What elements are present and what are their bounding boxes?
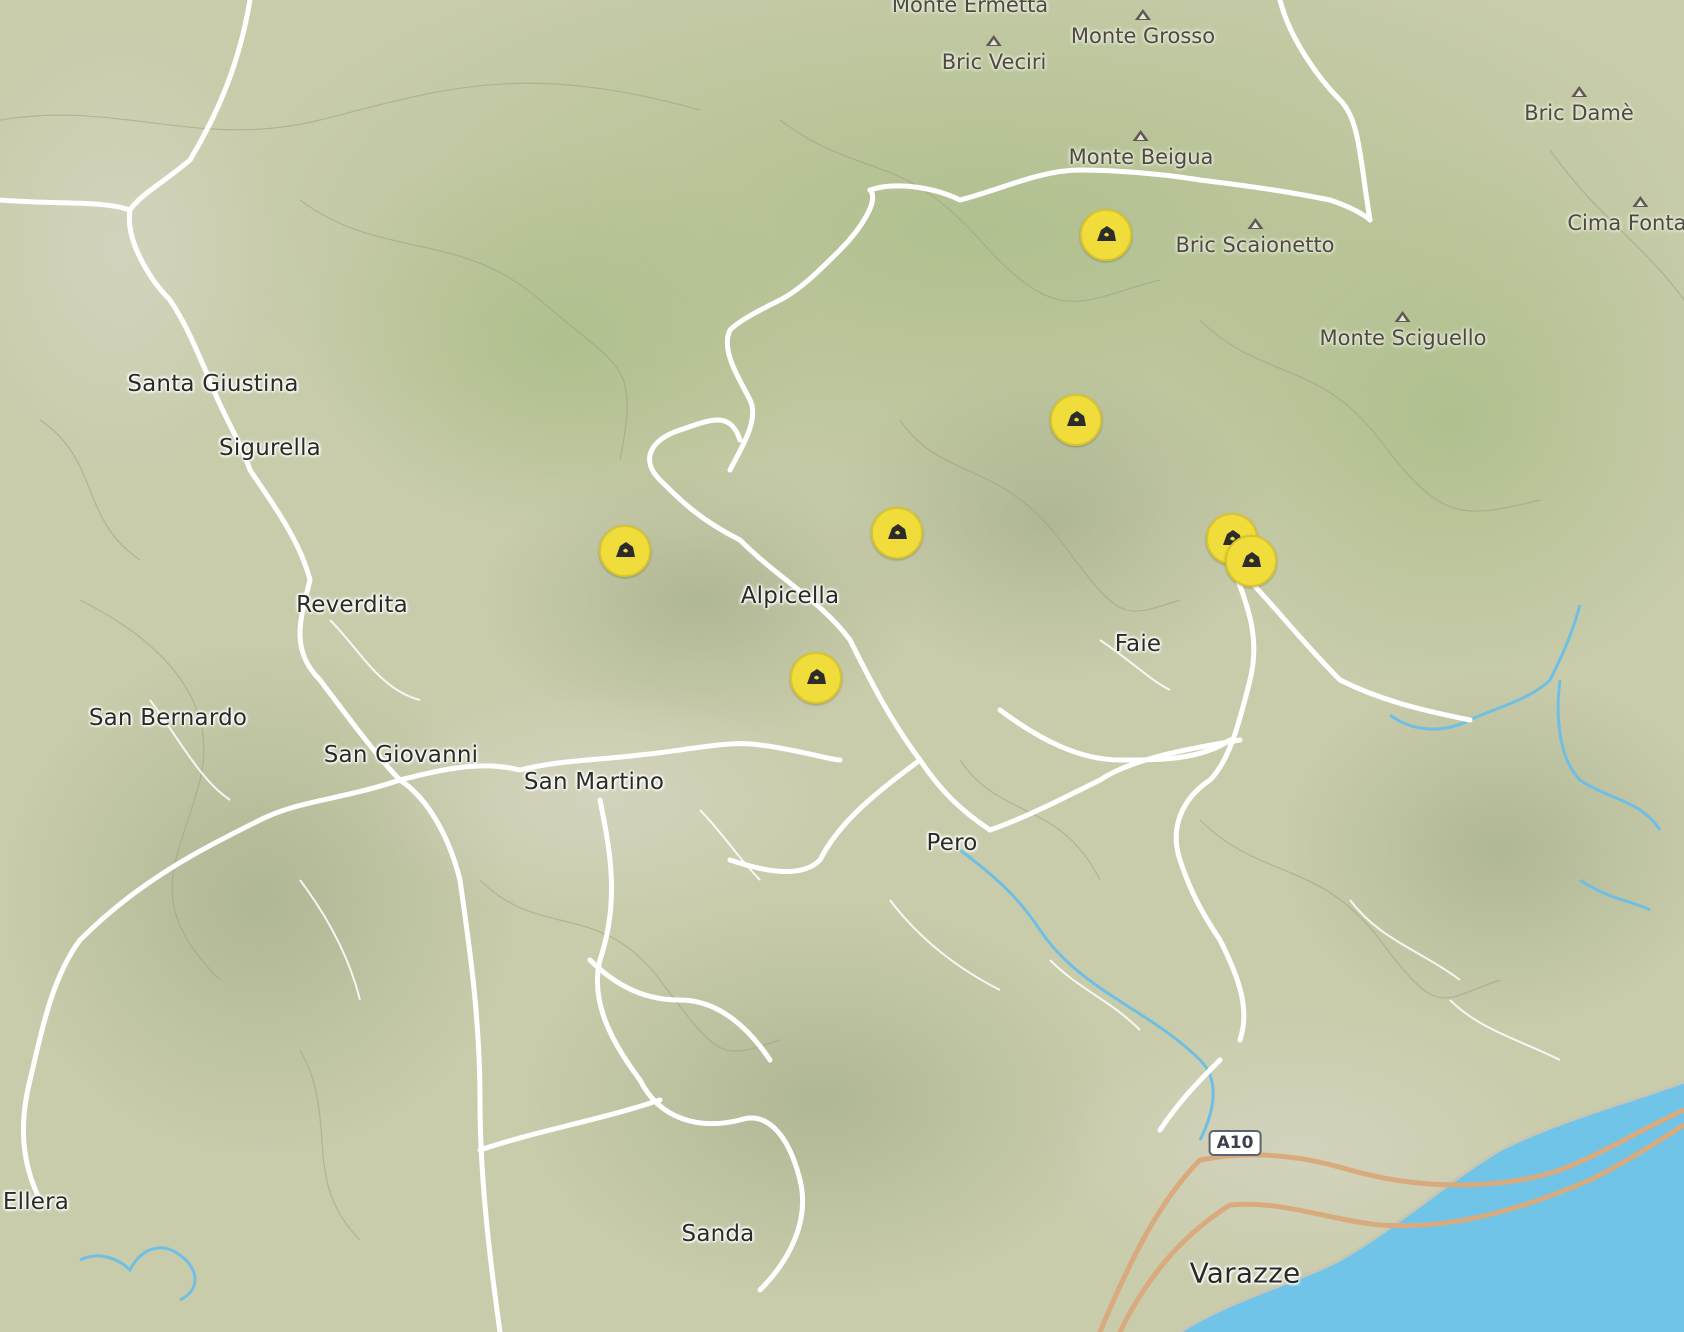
place-label: Faie	[1114, 631, 1162, 657]
poi-marker[interactable]	[1225, 535, 1277, 587]
peak-icon	[1632, 196, 1648, 207]
peak-marker: Monte Beigua	[1068, 130, 1214, 169]
place-label: San Giovanni	[323, 742, 479, 768]
peak-label: Monte Ermetta	[891, 0, 1049, 17]
peak-icon	[1134, 9, 1151, 20]
peak-icon	[985, 35, 1002, 46]
peak-marker: Bric Scaionetto	[1175, 218, 1335, 257]
peak-marker: Monte Sciguello	[1319, 311, 1487, 350]
climbing-crag-icon	[807, 669, 826, 684]
road-shield: A10	[1208, 1130, 1262, 1156]
peak-icon	[1570, 86, 1587, 97]
place-label: Santa Giustina	[127, 371, 299, 397]
peak-label: Cima Fontana	[1567, 211, 1684, 235]
terrain-layer	[0, 0, 1684, 1332]
climbing-crag-icon	[616, 542, 635, 557]
place-label: Varazze	[1189, 1256, 1301, 1290]
peak-marker: Cima Fontana	[1567, 196, 1684, 235]
poi-marker[interactable]	[1050, 394, 1102, 446]
peak-icon	[1133, 130, 1149, 141]
peak-marker: Monte Ermetta	[892, 0, 1048, 17]
climbing-crag-icon	[888, 524, 907, 539]
place-label: Reverdita	[296, 592, 408, 618]
peak-marker: Monte Grosso	[1071, 9, 1215, 48]
poi-marker[interactable]	[871, 507, 923, 559]
map-canvas[interactable]: Santa Giustina Sigurella Reverdita San B…	[0, 0, 1684, 1332]
climbing-crag-icon	[1097, 226, 1116, 241]
peak-label: Bric Scaionetto	[1175, 233, 1335, 257]
place-label: San Bernardo	[88, 705, 248, 731]
peak-label: Monte Beigua	[1068, 145, 1214, 169]
place-label: San Martino	[523, 769, 665, 795]
peak-label: Monte Grosso	[1070, 24, 1216, 48]
poi-marker[interactable]	[790, 652, 842, 704]
place-label: Alpicella	[740, 583, 840, 609]
peak-label: Bric Veciri	[941, 50, 1047, 74]
place-label: Ellera	[2, 1189, 70, 1215]
place-label: Pero	[926, 830, 978, 856]
poi-marker[interactable]	[1080, 209, 1132, 261]
climbing-crag-icon	[1067, 411, 1086, 426]
poi-marker[interactable]	[599, 525, 651, 577]
peak-label: Bric Damè	[1524, 101, 1634, 125]
place-label: Sanda	[681, 1221, 755, 1247]
peak-marker: Bric Veciri	[941, 35, 1047, 74]
place-label: Sigurella	[219, 435, 321, 461]
peak-label: Monte Sciguello	[1319, 326, 1487, 350]
peak-icon	[1246, 218, 1263, 229]
peak-marker: Bric Damè	[1524, 86, 1634, 125]
peak-icon	[1395, 311, 1411, 322]
climbing-crag-icon	[1242, 552, 1261, 567]
